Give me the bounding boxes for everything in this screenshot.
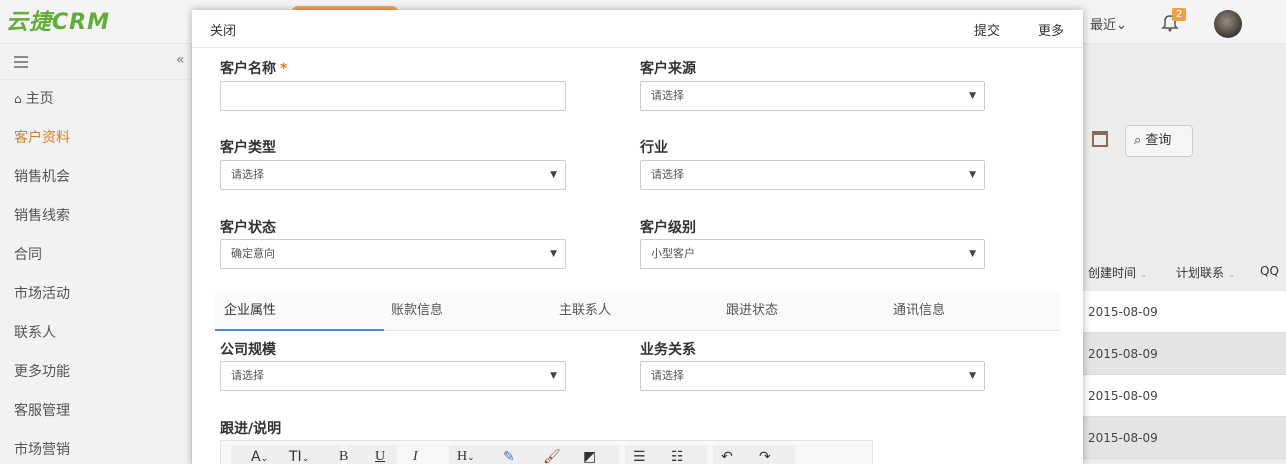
business-relation-label: 业务关系	[640, 342, 696, 358]
sidebar-header: «	[0, 44, 191, 80]
sidebar-item-contracts[interactable]: 合同	[0, 236, 191, 275]
home-icon: ⌂	[14, 92, 22, 106]
customer-type-label: 客户类型	[220, 140, 276, 156]
customer-name-input[interactable]	[220, 81, 566, 111]
sidebar-item-campaigns[interactable]: 市场活动	[0, 275, 191, 314]
more-button[interactable]: 更多	[1038, 20, 1064, 39]
notification-badge: 2	[1172, 8, 1187, 21]
industry-label: 行业	[640, 140, 668, 156]
bold-button[interactable]: B	[339, 449, 348, 464]
redo-icon[interactable]: ↷	[759, 449, 771, 464]
collapse-icon[interactable]: «	[176, 52, 185, 68]
chevron-down-icon: ▼	[969, 91, 976, 101]
numbered-list-icon[interactable]: ☷	[671, 449, 684, 464]
brush-icon[interactable]: 🖌	[543, 449, 561, 464]
required-mark: *	[280, 61, 288, 77]
tab-bar: 企业属性 账款信息 主联系人 跟进状态 通讯信息	[215, 291, 1060, 331]
customer-source-select[interactable]: 请选择 ▼	[640, 81, 985, 111]
italic-button[interactable]: I	[413, 449, 418, 464]
eraser-icon[interactable]: ◩	[583, 449, 596, 464]
company-size-select[interactable]: 请选择 ▼	[220, 361, 566, 391]
column-header-created[interactable]: 创建时间 ⌄	[1088, 264, 1147, 281]
tab-company-attributes[interactable]: 企业属性	[215, 291, 384, 331]
sidebar-item-opportunities[interactable]: 销售机会	[0, 158, 191, 197]
business-relation-select[interactable]: 请选择 ▼	[640, 361, 985, 391]
cell-date: 2015-08-09	[1088, 347, 1158, 361]
editor-toolbar: A⌄ TI⌄ B U I H⌄ ✎ 🖌 ◩ ☰ ☷ ↶ ↷	[220, 440, 873, 464]
sidebar-item-contacts[interactable]: 联系人	[0, 314, 191, 353]
company-size-label: 公司规模	[220, 342, 276, 358]
chevron-down-icon: ▼	[550, 371, 557, 381]
search-icon: ⌕	[1134, 133, 1142, 148]
recent-menu[interactable]: 最近⌄	[1090, 14, 1127, 33]
tab-accounts[interactable]: 账款信息	[382, 291, 443, 331]
modal-header: 关闭 提交 更多	[192, 10, 1083, 48]
tab-followup-status[interactable]: 跟进状态	[717, 291, 778, 331]
chevron-down-icon: ▼	[969, 249, 976, 259]
heading-button[interactable]: H⌄	[457, 449, 475, 464]
menu-icon[interactable]	[14, 56, 28, 68]
bullet-list-icon[interactable]: ☰	[633, 449, 646, 464]
app-logo: 云捷CRM	[6, 10, 110, 35]
chevron-down-icon: ▼	[969, 170, 976, 180]
cell-date: 2015-08-09	[1088, 389, 1158, 403]
undo-icon[interactable]: ↶	[721, 449, 733, 464]
customer-name-label: 客户名称 *	[220, 61, 288, 77]
sidebar-item-marketing[interactable]: 市场营销	[0, 431, 191, 464]
customer-source-label: 客户来源	[640, 61, 696, 77]
industry-select[interactable]: 请选择 ▼	[640, 160, 985, 190]
tab-primary-contact[interactable]: 主联系人	[550, 291, 611, 331]
customer-level-select[interactable]: 小型客户 ▼	[640, 239, 985, 269]
chevron-down-icon: ▼	[969, 371, 976, 381]
customer-status-select[interactable]: 确定意向 ▼	[220, 239, 566, 269]
customer-type-select[interactable]: 请选择 ▼	[220, 160, 566, 190]
sidebar-item-service[interactable]: 客服管理	[0, 392, 191, 431]
sidebar-item-more[interactable]: 更多功能	[0, 353, 191, 392]
chevron-down-icon: ▼	[550, 249, 557, 259]
new-customer-modal: 关闭 提交 更多 客户名称 * 客户来源 请选择 ▼ 客户类型 请选择 ▼ 行业 请选…	[192, 10, 1083, 464]
tab-communication[interactable]: 通讯信息	[884, 291, 945, 331]
column-header-planned[interactable]: 计划联系 ⌄	[1176, 264, 1235, 281]
query-button[interactable]: ⌕ 查询	[1125, 125, 1193, 157]
avatar[interactable]	[1214, 10, 1242, 38]
cell-date: 2015-08-09	[1088, 305, 1158, 319]
font-button[interactable]: A⌄	[251, 449, 268, 464]
sidebar-item-leads[interactable]: 销售线索	[0, 197, 191, 236]
font-size-button[interactable]: TI⌄	[289, 449, 309, 464]
column-header-qq[interactable]: QQ	[1260, 264, 1279, 278]
pencil-icon[interactable]: ✎	[503, 449, 515, 464]
close-button[interactable]: 关闭	[210, 20, 236, 39]
cell-date: 2015-08-09	[1088, 431, 1158, 445]
toolbar-group-text	[231, 445, 341, 464]
sidebar: « ⌂ 主页 客户资料 销售机会 销售线索 合同 市场活动 联系人 更多功能 客服…	[0, 44, 192, 464]
sidebar-item-home[interactable]: ⌂ 主页	[0, 80, 191, 119]
chevron-down-icon: ▼	[550, 170, 557, 180]
underline-button[interactable]: U	[375, 449, 385, 464]
sidebar-item-customers[interactable]: 客户资料	[0, 119, 191, 158]
calendar-icon[interactable]	[1092, 131, 1108, 147]
customer-level-label: 客户级别	[640, 220, 696, 236]
toolbar-group-style	[347, 445, 397, 464]
submit-button[interactable]: 提交	[974, 20, 1000, 39]
customer-status-label: 客户状态	[220, 220, 276, 236]
followup-label: 跟进/说明	[220, 421, 282, 437]
